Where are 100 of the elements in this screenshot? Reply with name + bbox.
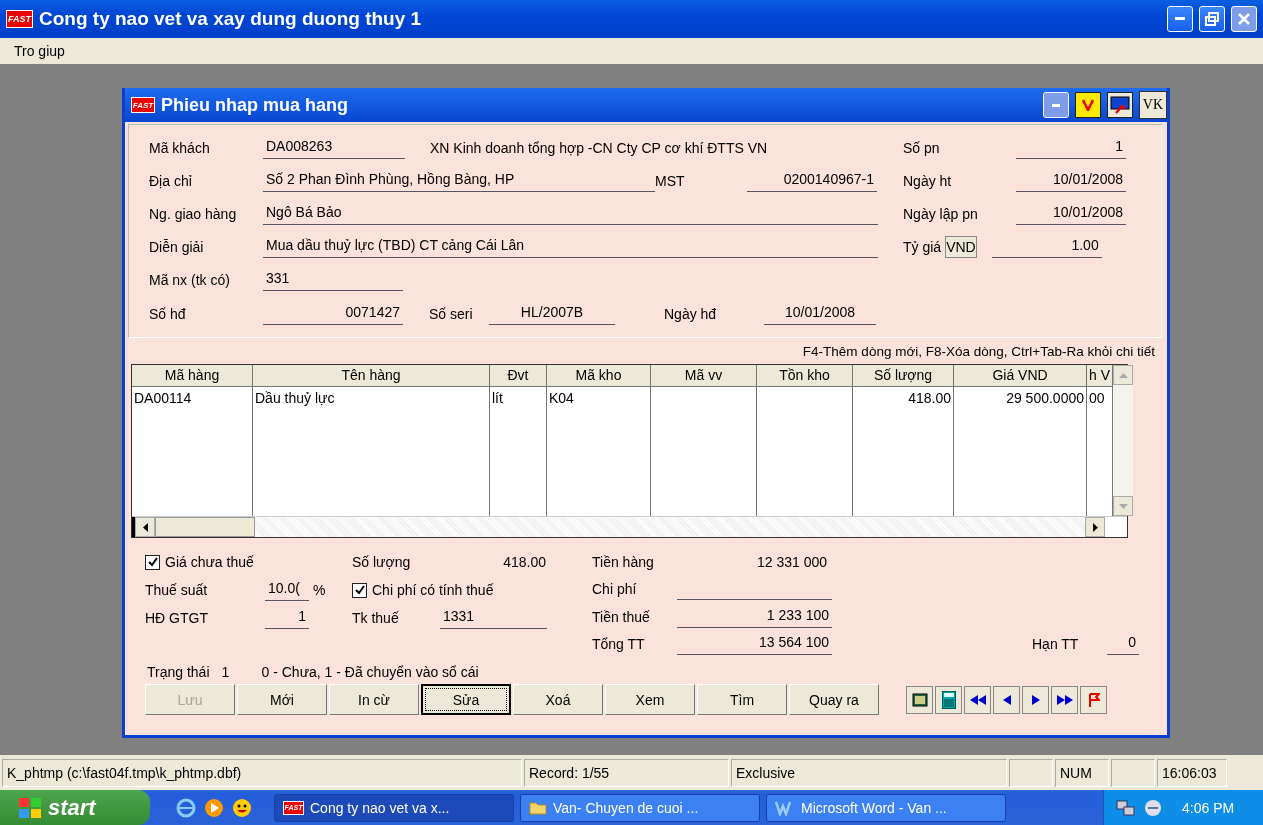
status-text: K_phtmp (c:\fast04f.tmp\k_phtmp.dbf) [2,758,522,787]
restore-button[interactable] [1199,6,1225,32]
nav-button[interactable] [964,685,991,714]
network-icon[interactable] [1116,798,1136,817]
customer-name: XN Kinh doanh tổng hợp -CN Cty CP cơ khí ĐTTS VN [430,139,768,156]
first-record-icon [969,694,986,705]
column-header[interactable]: Đvt [490,365,546,387]
menu-item[interactable]: Tro giup [14,43,65,59]
input-field[interactable]: Số 2 Phan Đình Phùng, Hồng Bàng, HP [263,169,655,192]
table-cell-text: K04 [548,389,575,408]
input-field[interactable]: 13 564 100 [677,633,832,656]
shortcut-hint: F4-Thêm dòng mới, F8-Xóa dòng, Ctrl+Tab-Ra khỏi chi tiết [801,343,1156,361]
minimize-button[interactable] [1042,92,1069,118]
input-field[interactable]: 1 [265,607,309,629]
field-label: Tiền thuế [592,608,651,625]
table-cell-text: DA00114 [133,389,193,408]
scroll-down-icon [1118,503,1128,509]
next-record-icon [1031,694,1040,705]
column-header[interactable]: Số lượng [853,365,953,387]
input-field[interactable]: 1 [1016,136,1126,159]
quantity-value: 418.00 [502,554,546,570]
field-label: Ngày lập pn [903,205,979,222]
horizontal-scrollbar[interactable] [132,516,1127,537]
field-label: Diễn giải [149,238,205,255]
table-cell-text: lít [491,389,504,408]
checkbox[interactable] [145,554,160,570]
field-label: Tổng TT [592,636,646,653]
field-label: Tiền hàng [592,553,655,570]
action-button[interactable]: Mới [237,684,327,715]
field-label: Số hđ [149,306,187,322]
nav-button[interactable] [993,685,1020,714]
percent-sign: % [313,582,326,598]
vertical-scrollbar[interactable] [1113,365,1133,516]
app-logo: FAST [131,97,155,113]
input-field[interactable]: 10/01/2008 [1016,202,1126,225]
action-button[interactable]: Quay ra [789,684,879,715]
scrollbar-thumb[interactable] [155,517,255,537]
column-header[interactable]: Mã kho [547,365,650,387]
field-label: Số seri [429,306,474,322]
action-button[interactable]: Sửa [421,684,511,715]
status-text: NUM [1055,758,1109,787]
nav-button[interactable] [1051,685,1078,714]
messenger-icon[interactable] [1144,798,1162,817]
input-field[interactable]: 10/01/2008 [764,303,876,325]
field-label: HĐ GTGT [145,610,209,626]
column-header[interactable]: Mã hàng [132,365,252,387]
input-field[interactable]: 1 233 100 [677,605,832,628]
action-button[interactable]: Xoá [513,684,603,715]
scroll-up-icon [1118,372,1128,378]
input-field[interactable]: Ngô Bá Bảo [263,202,878,225]
previous-record-icon [1002,694,1011,705]
action-button[interactable]: Tìm [697,684,787,715]
input-field[interactable]: 0 [1107,633,1139,655]
field-label: Ngày hđ [664,306,718,322]
minimize-button[interactable] [1167,6,1193,32]
input-field[interactable]: 0200140967-1 [747,169,877,192]
status-legend: 0 - Chưa, 1 - Đã chuyển vào sổ cái [261,664,479,684]
column-header[interactable]: h V [1087,365,1112,387]
input-field[interactable]: Mua dầu thuỷ lực (TBD) CT cảng Cái Lân [263,235,878,258]
column-header[interactable]: Tồn kho [757,365,852,387]
checkbox[interactable] [352,582,367,598]
toolbar-button[interactable] [1074,92,1101,118]
input-field[interactable]: DA008263 [263,136,405,159]
input-field[interactable]: 10/01/2008 [1016,169,1126,192]
column-header[interactable]: Tên hàng [253,365,489,387]
browser-icon[interactable] [176,797,196,818]
taskbar-button[interactable]: Van- Chuyen de cuoi ... [520,793,760,822]
action-button[interactable]: Xem [605,684,695,715]
input-field[interactable]: 10.0( [265,579,309,601]
checkbox-label: Giá chưa thuế [165,554,254,570]
scroll-left-icon [142,522,148,532]
currency-button[interactable]: VND [945,235,977,258]
column-header[interactable]: Giá VND [954,365,1086,387]
toolbar-button[interactable] [1106,92,1133,118]
field-label: Trạng thái [147,664,210,682]
clock: 4:06 PM [1182,799,1235,816]
input-field[interactable]: HL/2007B [489,303,615,325]
input-field[interactable]: 331 [263,268,403,291]
start-button[interactable]: start [0,790,150,825]
smiley-icon[interactable] [232,797,252,818]
status-text: Exclusive [731,758,1007,787]
close-button[interactable] [1231,6,1257,32]
nav-button[interactable] [935,685,962,714]
input-field[interactable]: 0071427 [263,303,403,325]
media-player-icon[interactable] [204,797,224,818]
restore-icon [1205,12,1219,26]
minimize-icon [1175,17,1185,21]
nav-button[interactable] [1022,685,1049,714]
field-label: Ngày ht [903,172,953,189]
table-cell-text: 418.00 [907,389,952,408]
column-header[interactable]: Mã vv [651,365,756,387]
nav-button[interactable] [906,685,933,714]
checkbox-label: Chi phí có tính thuế [372,582,494,598]
input-field[interactable]: 1.00 [991,235,1102,258]
input-field[interactable]: 1331 [440,607,547,629]
field-label: Mã khách [149,139,211,156]
taskbar-button[interactable]: Microsoft Word - Van ... [766,793,1006,822]
table-cell-text: Dầu thuỷ lực [254,389,336,408]
field-label: Chi phí [592,581,638,598]
action-button[interactable]: In cừ [329,684,419,715]
